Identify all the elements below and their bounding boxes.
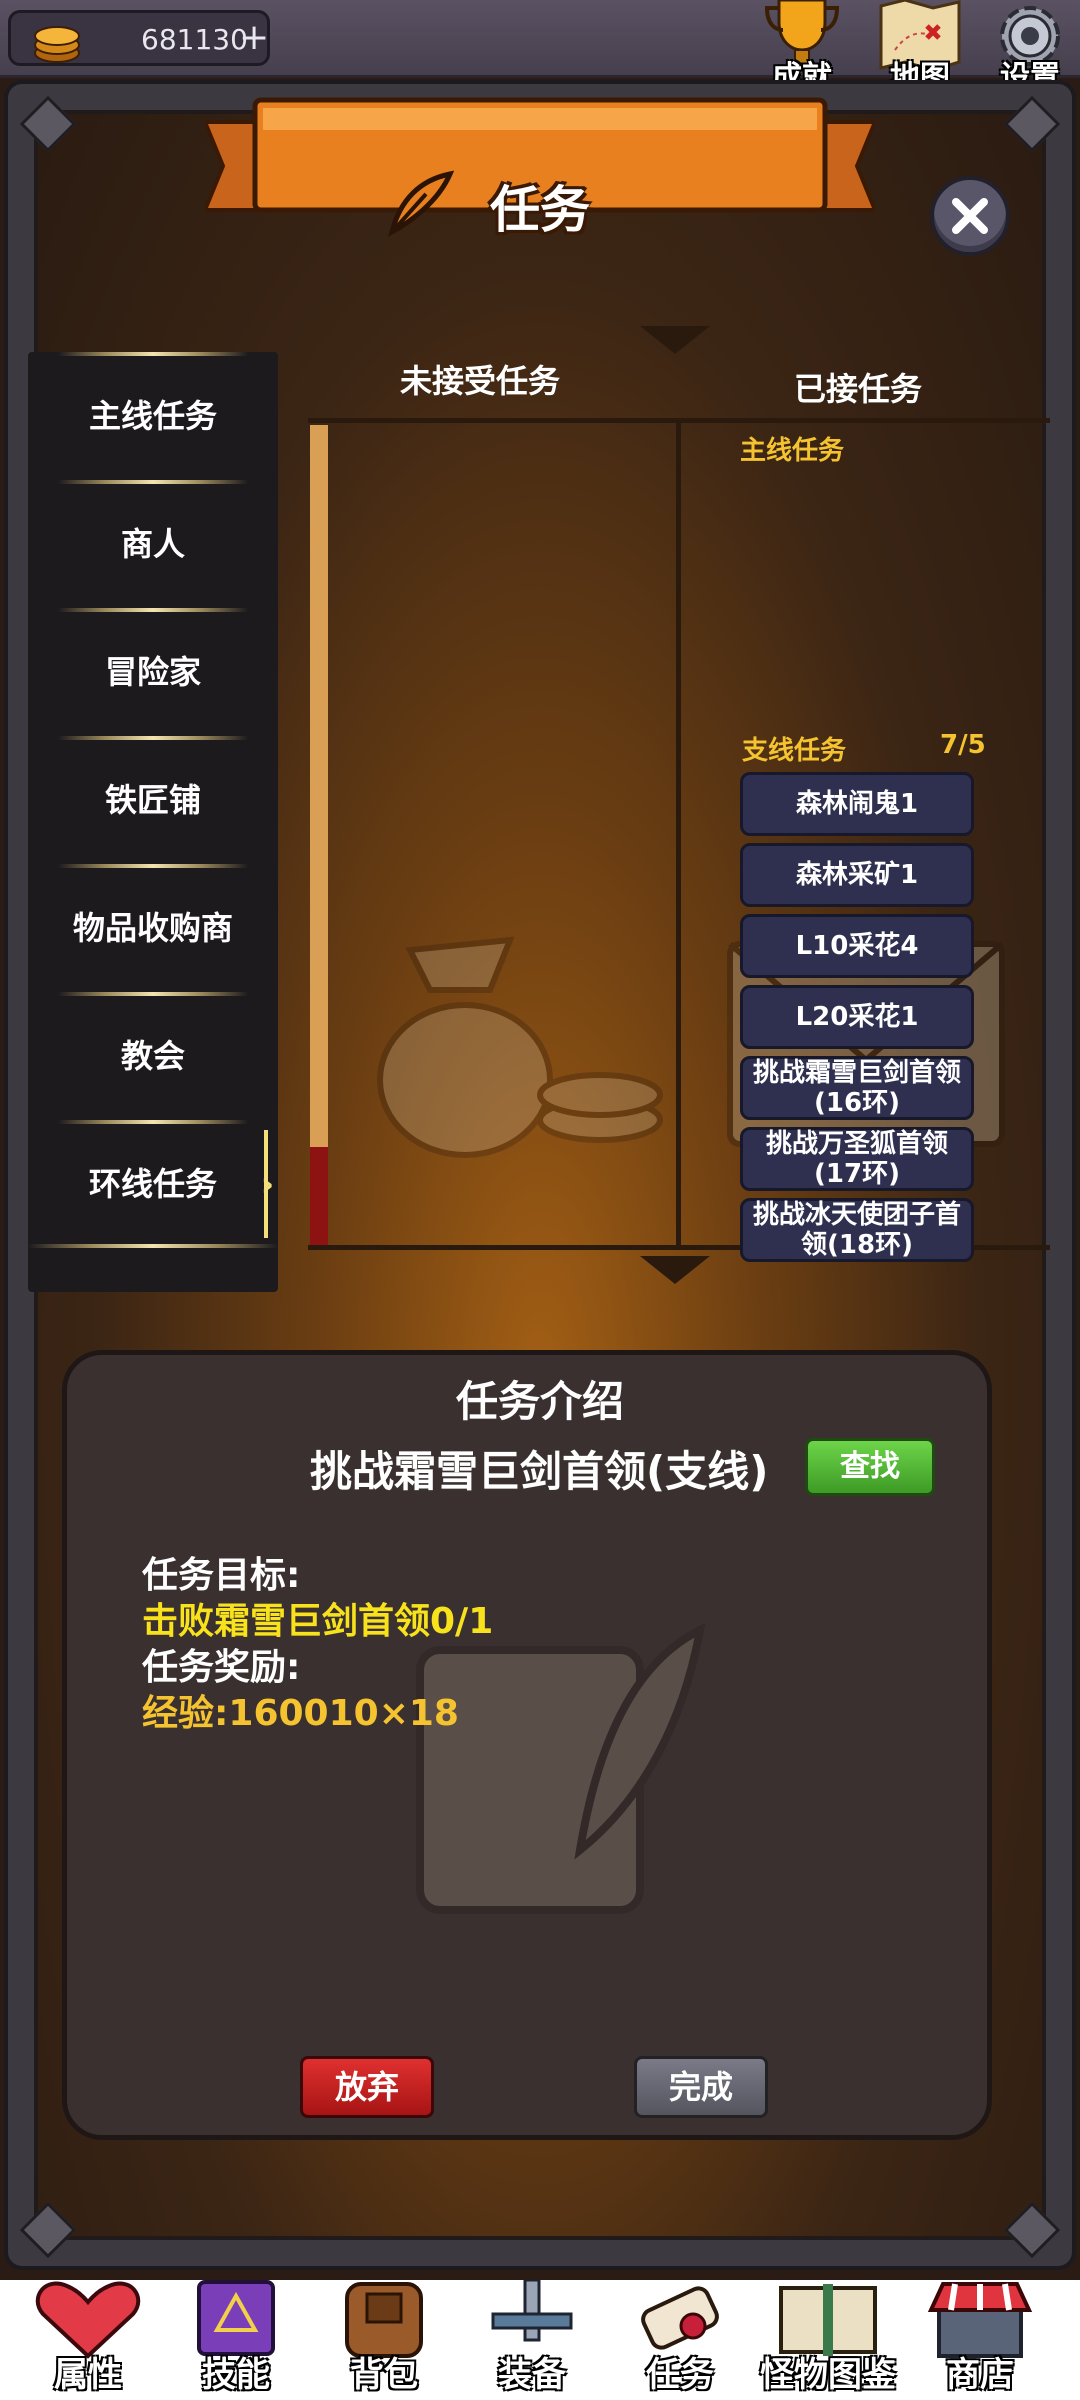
category-sidebar: 主线任务 商人 冒险家 铁匠铺 物品收购商 教会 环线任务 › (28, 352, 278, 1292)
nav-monster-guide[interactable]: 怪物图鉴 (758, 2280, 898, 2400)
divider (58, 352, 248, 356)
accepted-quest-item[interactable]: L10采花4 (740, 914, 974, 978)
accepted-header[interactable]: 已接任务 (794, 364, 922, 410)
divider (58, 992, 248, 996)
map-button[interactable]: 地图 (870, 0, 970, 95)
accepted-quest-item[interactable]: 挑战霜雪巨剑首领(16环) (740, 1056, 974, 1120)
nav-label: 技能 (202, 2355, 270, 2395)
scroll-icon (416, 1622, 706, 1914)
add-gold-button[interactable]: + (239, 17, 269, 58)
panel-title: 任务 (490, 181, 590, 239)
nav-shop[interactable]: 商店 (910, 2280, 1050, 2400)
chevron-right-icon: › (260, 1165, 274, 1203)
nav-label: 背包 (350, 2355, 418, 2395)
settings-button[interactable]: 设置 (980, 0, 1080, 95)
sidebar-item-label: 教会 (120, 1037, 185, 1075)
nav-quests[interactable]: 任务 (610, 2280, 750, 2400)
bottom-nav: 属性 技能 背包 装备 任务 怪物图鉴 商店 (0, 2278, 1080, 2400)
top-bar: 681130 + 成就 地图 设置 (0, 0, 1080, 95)
nav-label: 属性 (54, 2355, 122, 2395)
sidebar-item-label: 主线任务 (88, 397, 217, 435)
divider-ornament (640, 326, 710, 354)
sidebar-item-blacksmith[interactable]: 铁匠铺 (28, 736, 278, 864)
achievements-button[interactable]: 成就 (752, 0, 852, 95)
quill-icon (388, 170, 455, 237)
sidebar-item-adventurer[interactable]: 冒险家 (28, 608, 278, 736)
reward-value: 经验:160010×18 (142, 1693, 459, 1734)
scrollbar-fill (310, 1146, 328, 1245)
goal-label: 任务目标: (142, 1555, 301, 1596)
reward-label: 任务奖励: (142, 1647, 301, 1688)
nav-label: 装备 (498, 2355, 566, 2395)
branch-quest-count: 7/5 (940, 730, 986, 760)
accepted-quest-item[interactable]: 挑战万圣狐首领(17环) (740, 1127, 974, 1191)
nav-label: 商店 (946, 2355, 1014, 2395)
accepted-quest-item[interactable]: 森林闹鬼1 (740, 772, 974, 836)
close-button[interactable] (930, 176, 1010, 256)
sidebar-item-label: 环线任务 (88, 1165, 217, 1203)
sidebar-item-label: 冒险家 (104, 653, 201, 691)
divider-ornament (640, 1256, 710, 1284)
divider (58, 1120, 248, 1124)
divider (58, 864, 248, 868)
sidebar-item-label: 铁匠铺 (104, 781, 201, 819)
find-button[interactable]: 查找 (805, 1438, 935, 1496)
sidebar-item-main-quest[interactable]: 主线任务 (28, 352, 278, 480)
accepted-quest-item[interactable]: L20采花1 (740, 985, 974, 1049)
nav-label: 怪物图鉴 (760, 2355, 896, 2395)
unaccepted-header[interactable]: 未接受任务 (400, 356, 560, 402)
divider (58, 608, 248, 612)
coin-icon (34, 26, 80, 63)
sidebar-item-merchant[interactable]: 商人 (28, 480, 278, 608)
sidebar-item-item-buyer[interactable]: 物品收购商 (28, 864, 278, 992)
unaccepted-scrollbar[interactable] (310, 425, 328, 1245)
column-divider (676, 418, 681, 1250)
sidebar-item-label: 物品收购商 (72, 909, 233, 947)
sidebar-item-loop-quest[interactable]: 环线任务 › (28, 1120, 278, 1248)
nav-label: 任务 (646, 2355, 714, 2395)
accepted-quest-item[interactable]: 森林采矿1 (740, 843, 974, 907)
abandon-button[interactable]: 放弃 (300, 2056, 434, 2118)
divider (28, 1244, 278, 1248)
nav-backpack[interactable]: 背包 (314, 2280, 454, 2400)
money-bag-icon (377, 936, 663, 1158)
nav-skills[interactable]: 技能 (166, 2280, 306, 2400)
sidebar-item-church[interactable]: 教会 (28, 992, 278, 1120)
gold-amount: 681130 (141, 23, 248, 56)
close-icon (952, 198, 988, 234)
divider (58, 736, 248, 740)
branch-quest-section-label: 支线任务 (742, 736, 847, 766)
goal-value: 击败霜雪巨剑首领0/1 (142, 1601, 494, 1642)
main-quest-section-label: 主线任务 (740, 436, 845, 466)
sidebar-item-label: 商人 (120, 525, 185, 563)
gold-counter: 681130 + (8, 10, 270, 66)
nav-equipment[interactable]: 装备 (462, 2278, 602, 2400)
detail-title: 任务介绍 (455, 1377, 624, 1426)
complete-button[interactable]: 完成 (634, 2056, 768, 2118)
nav-attributes[interactable]: 属性 (18, 2280, 158, 2400)
accepted-quest-item[interactable]: 挑战冰天使团子首领(18环) (740, 1198, 974, 1262)
divider (58, 480, 248, 484)
selected-quest-name: 挑战霜雪巨剑首领(支线) (310, 1447, 769, 1496)
